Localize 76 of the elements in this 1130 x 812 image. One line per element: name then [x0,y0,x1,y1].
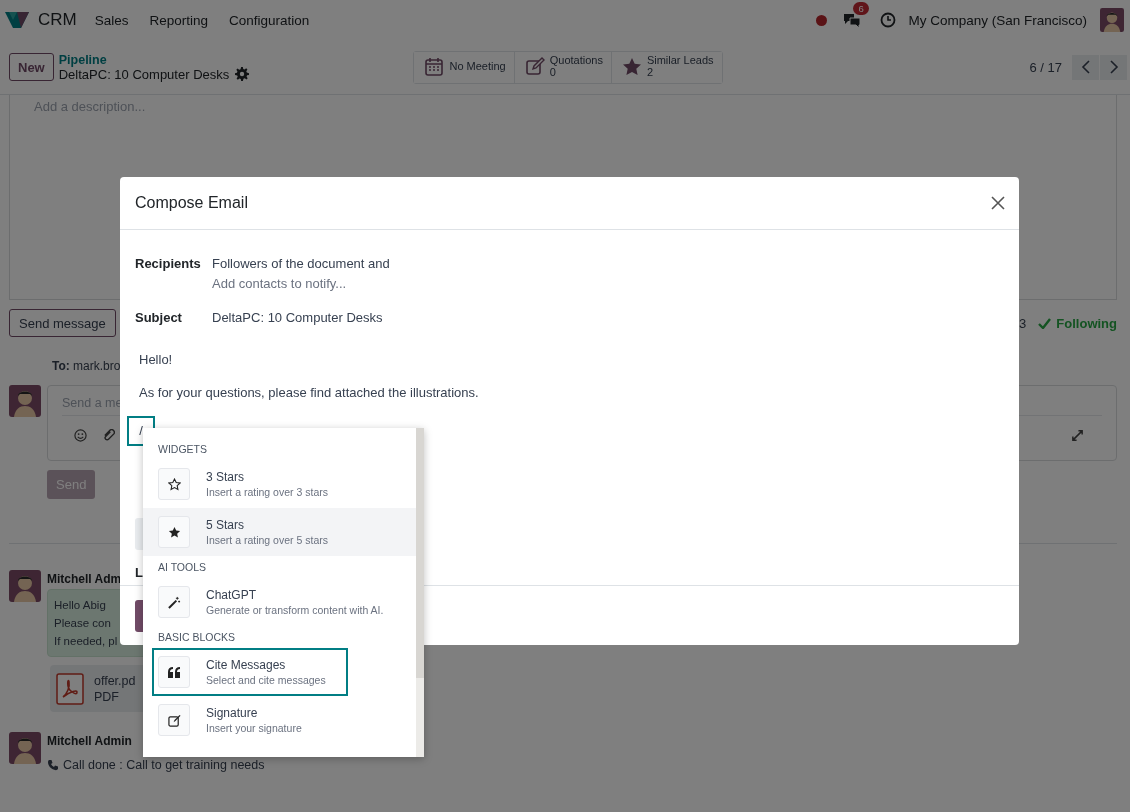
avatar-icon [9,570,41,602]
command-description: Insert a rating over 3 stars [206,484,328,500]
command-title: 5 Stars [206,516,245,533]
dialog-title: Compose Email [135,194,249,212]
star-icon [621,57,642,77]
previous-icon [1080,60,1091,74]
attachment-name: offer.pd [94,672,136,689]
gear-icon [235,67,250,81]
message-author: Mitchell Adm [47,572,122,586]
pdf-icon [56,672,84,705]
close-button[interactable] [991,196,1005,210]
section-heading: WIDGETS [157,442,208,457]
signature-icon [167,713,181,727]
star-outline-icon [167,477,181,491]
check-icon [1038,317,1052,329]
recipient-text: To: mark.bro [52,359,121,375]
notification-badge: 6 [853,2,869,15]
body-text: Hello! [139,351,174,369]
quote-icon [167,666,181,678]
logo-icon [5,11,29,29]
message-text: Hello Abig [54,598,106,613]
message-author: Mitchell Admin [47,734,132,748]
menu-item[interactable]: Reporting [149,12,209,28]
pager-value: 6 / 17 [1029,59,1062,75]
status-dot [816,14,828,26]
field-label: Recipients [135,255,202,273]
clock-icon [880,12,897,28]
scrollbar[interactable] [416,428,424,757]
app-name: CRM [38,10,77,30]
message-text: Please con [54,616,111,631]
next-icon [1108,60,1119,74]
star-icon [167,525,181,539]
avatar-icon [9,732,41,764]
command-title: Cite Messages [206,656,287,673]
message-text: If needed, pl [54,634,118,649]
new-button[interactable]: New [9,53,54,81]
avatar-icon [9,385,41,417]
company-switcher[interactable]: My Company (San Francisco) [908,12,1087,28]
command-item[interactable]: 5 Stars Insert a rating over 5 stars [143,508,416,556]
phone-icon [47,759,59,771]
command-item[interactable]: 3 Stars Insert a rating over 3 stars [143,460,416,508]
emoji-icon [74,429,87,442]
recipient-input[interactable]: Add contacts to notify... [212,274,1004,294]
previous-button[interactable] [1072,54,1099,80]
close-icon [991,196,1005,210]
record-title: DeltaPC: 10 Computer Desks [58,66,230,82]
command-description: Generate or transform content with AI. [206,602,384,618]
calendar-icon [424,57,445,77]
command-description: Select and cite messages [206,672,326,688]
command-description: Insert your signature [206,720,302,736]
menu-item[interactable]: Sales [94,12,129,28]
avatar-icon [1100,8,1124,32]
chat-icon [843,12,862,28]
command-description: Insert a rating over 5 stars [206,532,328,548]
partial-label: L [135,565,143,580]
command-title: Signature [206,704,259,721]
command-title: ChatGPT [206,586,257,603]
menu-item[interactable]: Configuration [229,12,310,28]
attachment-type: PDF [94,688,120,705]
expand-icon [1071,429,1084,442]
magic-wand-icon [167,595,181,609]
followers-count: 3 [1019,315,1027,331]
section-heading: BASIC BLOCKS [157,630,237,645]
field-label: Subject [135,309,183,327]
field-value: DeltaPC: 10 Computer Desks [212,309,384,327]
field-value: Followers of the document and [212,255,391,273]
command-item[interactable]: ChatGPT Generate or transform content with AI. [143,578,416,626]
next-button[interactable] [1100,54,1127,80]
section-heading: AI TOOLS [157,560,208,575]
smart-button[interactable]: Similar Leads 2 [610,51,722,83]
edit-icon [524,57,545,77]
command-title: 3 Stars [206,468,245,485]
breadcrumb-link[interactable]: Pipeline [58,52,250,67]
paperclip-icon [102,429,115,442]
send-message-button[interactable]: Send message [9,309,116,337]
activity-text: Call done : Call to get training needs [63,758,265,772]
